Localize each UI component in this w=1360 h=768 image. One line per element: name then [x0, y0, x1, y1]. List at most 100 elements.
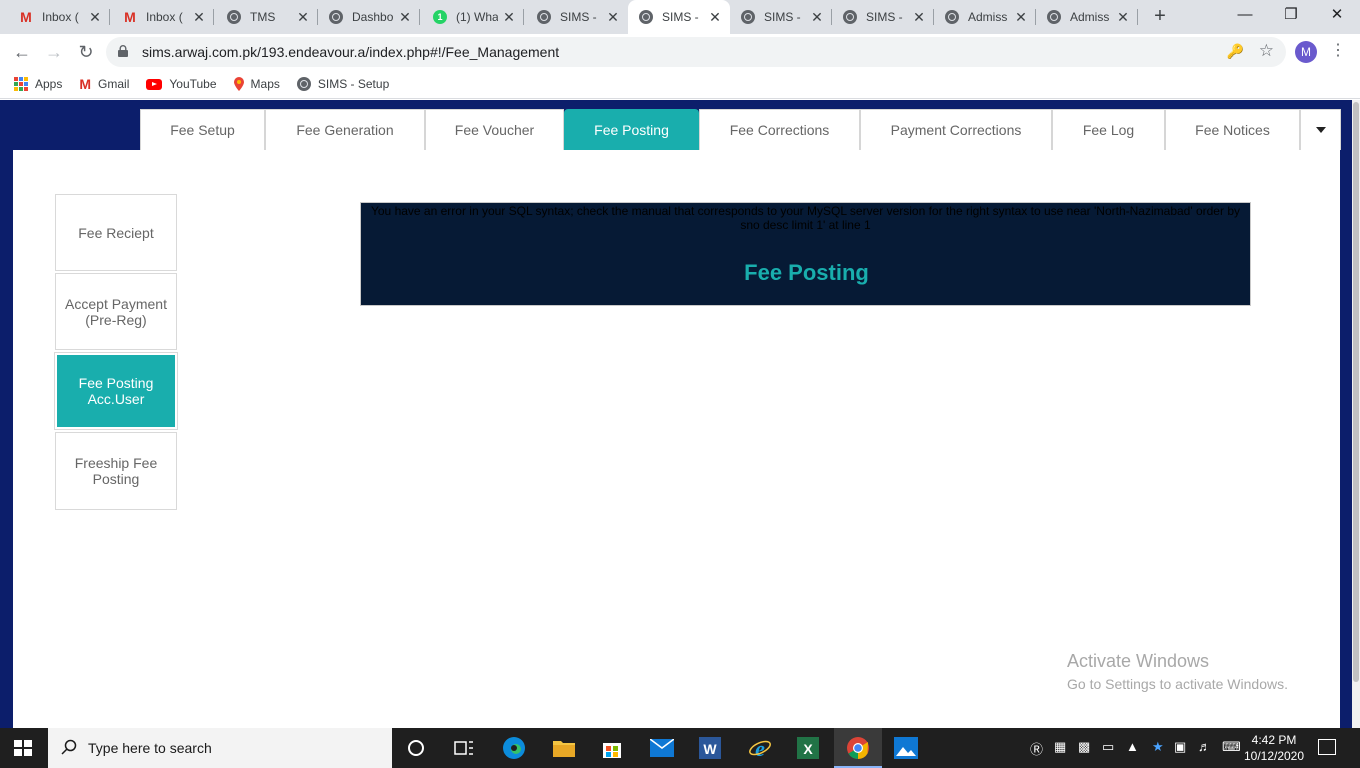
close-icon[interactable]: ✕ — [296, 9, 310, 26]
key-icon[interactable]: 🔑 — [1227, 43, 1244, 60]
browser-tab[interactable]: Admiss ✕ — [934, 0, 1036, 34]
panel-title: Fee Posting — [744, 260, 869, 285]
browser-tab-active[interactable]: SIMS - ✕ — [628, 0, 730, 34]
svg-text:W: W — [703, 741, 717, 757]
browser-tab-title: SIMS - — [866, 10, 903, 24]
bookmark-apps[interactable]: Apps — [14, 77, 62, 91]
back-arrow-icon[interactable]: ← — [10, 40, 34, 64]
browser-tab[interactable]: SIMS - ✕ — [832, 0, 934, 34]
bookmark-sims-setup[interactable]: SIMS - Setup — [296, 77, 389, 91]
internet-explorer-icon[interactable]: e — [748, 736, 772, 760]
restore-button[interactable]: ❐ — [1268, 0, 1314, 32]
close-icon[interactable]: ✕ — [502, 9, 516, 26]
mail-icon[interactable] — [650, 736, 674, 760]
windows-taskbar: Type here to search W e X Ⓡ ▦ ▩ ▭ ▲ ★ ▣ … — [0, 728, 1360, 768]
bookmarks-bar: Apps M Gmail YouTube Maps SIMS - Setup — [0, 70, 1360, 99]
tab-fee-notices[interactable]: Fee Notices — [1165, 109, 1300, 150]
tab-fee-generation[interactable]: Fee Generation — [265, 109, 425, 150]
forward-arrow-icon[interactable]: → — [42, 40, 66, 64]
new-tab-button[interactable]: + — [1148, 4, 1172, 28]
windows-start-icon[interactable] — [14, 740, 32, 756]
globe-icon — [536, 9, 552, 25]
edge-icon[interactable] — [502, 736, 526, 760]
globe-icon — [842, 9, 858, 25]
search-icon — [61, 739, 77, 755]
gmail-icon: M — [20, 9, 32, 25]
scrollbar-thumb[interactable] — [1353, 102, 1359, 682]
tabs-dropdown-button[interactable] — [1300, 109, 1341, 150]
browser-tab[interactable]: 1 (1) Wha ✕ — [422, 0, 524, 34]
bluetooth-icon[interactable]: ★ — [1152, 739, 1164, 755]
browser-tab[interactable]: SIMS - ✕ — [526, 0, 628, 34]
globe-icon — [296, 77, 311, 91]
side-menu-accept-payment[interactable]: Accept Payment (Pre-Reg) — [55, 273, 177, 350]
globe-icon — [740, 9, 756, 25]
page-scrollbar[interactable] — [1352, 100, 1360, 728]
keyboard-icon[interactable]: ⌨ — [1222, 739, 1241, 755]
profile-avatar[interactable]: M — [1295, 41, 1317, 63]
bookmark-youtube[interactable]: YouTube — [146, 77, 217, 91]
close-window-button[interactable]: ✕ — [1314, 0, 1360, 32]
notifications-icon[interactable] — [1318, 739, 1336, 755]
browser-tab[interactable]: M Inbox ( ✕ — [8, 0, 110, 34]
close-icon[interactable]: ✕ — [1014, 9, 1028, 26]
word-icon[interactable]: W — [698, 736, 722, 760]
caret-down-icon — [1315, 127, 1326, 133]
skype-tray-icon[interactable]: Ⓡ — [1030, 739, 1043, 758]
tab-fee-posting[interactable]: Fee Posting — [564, 109, 699, 150]
chrome-icon[interactable] — [846, 736, 870, 760]
browser-tab-title: SIMS - — [662, 10, 699, 24]
monitor-tray-icon[interactable]: ▭ — [1102, 739, 1114, 755]
volume-icon[interactable]: ♬ — [1198, 739, 1211, 754]
minimize-button[interactable]: — — [1222, 0, 1268, 32]
browser-tab[interactable]: SIMS - ✕ — [730, 0, 832, 34]
cortana-icon[interactable] — [404, 736, 428, 760]
side-menu-fee-receipt[interactable]: Fee Reciept — [55, 194, 177, 271]
taskbar-search-box[interactable]: Type here to search — [48, 728, 392, 768]
tab-fee-corrections[interactable]: Fee Corrections — [699, 109, 860, 150]
store-icon[interactable] — [600, 736, 624, 760]
tray-icon[interactable]: ▲ — [1126, 739, 1139, 754]
fee-management-tabs: Fee Setup Fee Generation Fee Voucher Fee… — [140, 109, 1341, 150]
bookmark-maps[interactable]: Maps — [233, 77, 280, 91]
watermark-heading: Activate Windows — [1067, 651, 1210, 671]
bookmark-star-icon[interactable]: ☆ — [1259, 41, 1274, 61]
address-bar[interactable]: sims.arwaj.com.pk/193.endeavour.a/index.… — [106, 37, 1286, 67]
tab-fee-voucher[interactable]: Fee Voucher — [425, 109, 564, 150]
browser-tab-title: (1) Wha — [456, 10, 498, 24]
apps-grid-icon — [14, 77, 28, 91]
side-menu-fee-posting-acc-user[interactable]: Fee Posting Acc.User — [54, 352, 178, 430]
close-icon[interactable]: ✕ — [708, 9, 722, 26]
close-icon[interactable]: ✕ — [398, 9, 412, 26]
network-icon[interactable]: ▣ — [1174, 739, 1186, 755]
maps-pin-icon — [233, 77, 244, 91]
system-clock[interactable]: 4:42 PM 10/12/2020 — [1240, 732, 1308, 764]
gmail-icon: M — [79, 76, 92, 92]
reload-icon[interactable]: ↻ — [74, 40, 98, 64]
bookmark-label: Apps — [35, 77, 63, 91]
excel-icon[interactable]: X — [796, 736, 820, 760]
bookmark-gmail[interactable]: M Gmail — [79, 76, 129, 92]
browser-tab[interactable]: M Inbox ( ✕ — [112, 0, 214, 34]
close-icon[interactable]: ✕ — [1116, 9, 1130, 26]
browser-tab[interactable]: Admiss ✕ — [1036, 0, 1138, 34]
close-icon[interactable]: ✕ — [192, 9, 206, 26]
close-icon[interactable]: ✕ — [912, 9, 926, 26]
search-placeholder: Type here to search — [88, 740, 212, 756]
photos-icon[interactable] — [894, 736, 918, 760]
tab-payment-corrections[interactable]: Payment Corrections — [860, 109, 1052, 150]
side-menu-freeship-fee-posting[interactable]: Freeship Fee Posting — [55, 432, 177, 510]
tray-icon[interactable]: ▦ — [1054, 739, 1066, 755]
browser-tab[interactable]: Dashbo ✕ — [318, 0, 420, 34]
close-icon[interactable]: ✕ — [88, 9, 102, 26]
url-text[interactable]: sims.arwaj.com.pk/193.endeavour.a/index.… — [142, 44, 559, 60]
tab-fee-log[interactable]: Fee Log — [1052, 109, 1165, 150]
tab-fee-setup[interactable]: Fee Setup — [140, 109, 265, 150]
browser-tab[interactable]: TMS ✕ — [216, 0, 318, 34]
close-icon[interactable]: ✕ — [810, 9, 824, 26]
tray-icon[interactable]: ▩ — [1078, 739, 1090, 755]
more-menu-icon[interactable]: ⋮ — [1330, 40, 1346, 60]
close-icon[interactable]: ✕ — [606, 9, 620, 26]
file-explorer-icon[interactable] — [552, 736, 576, 760]
task-view-icon[interactable] — [452, 736, 476, 760]
